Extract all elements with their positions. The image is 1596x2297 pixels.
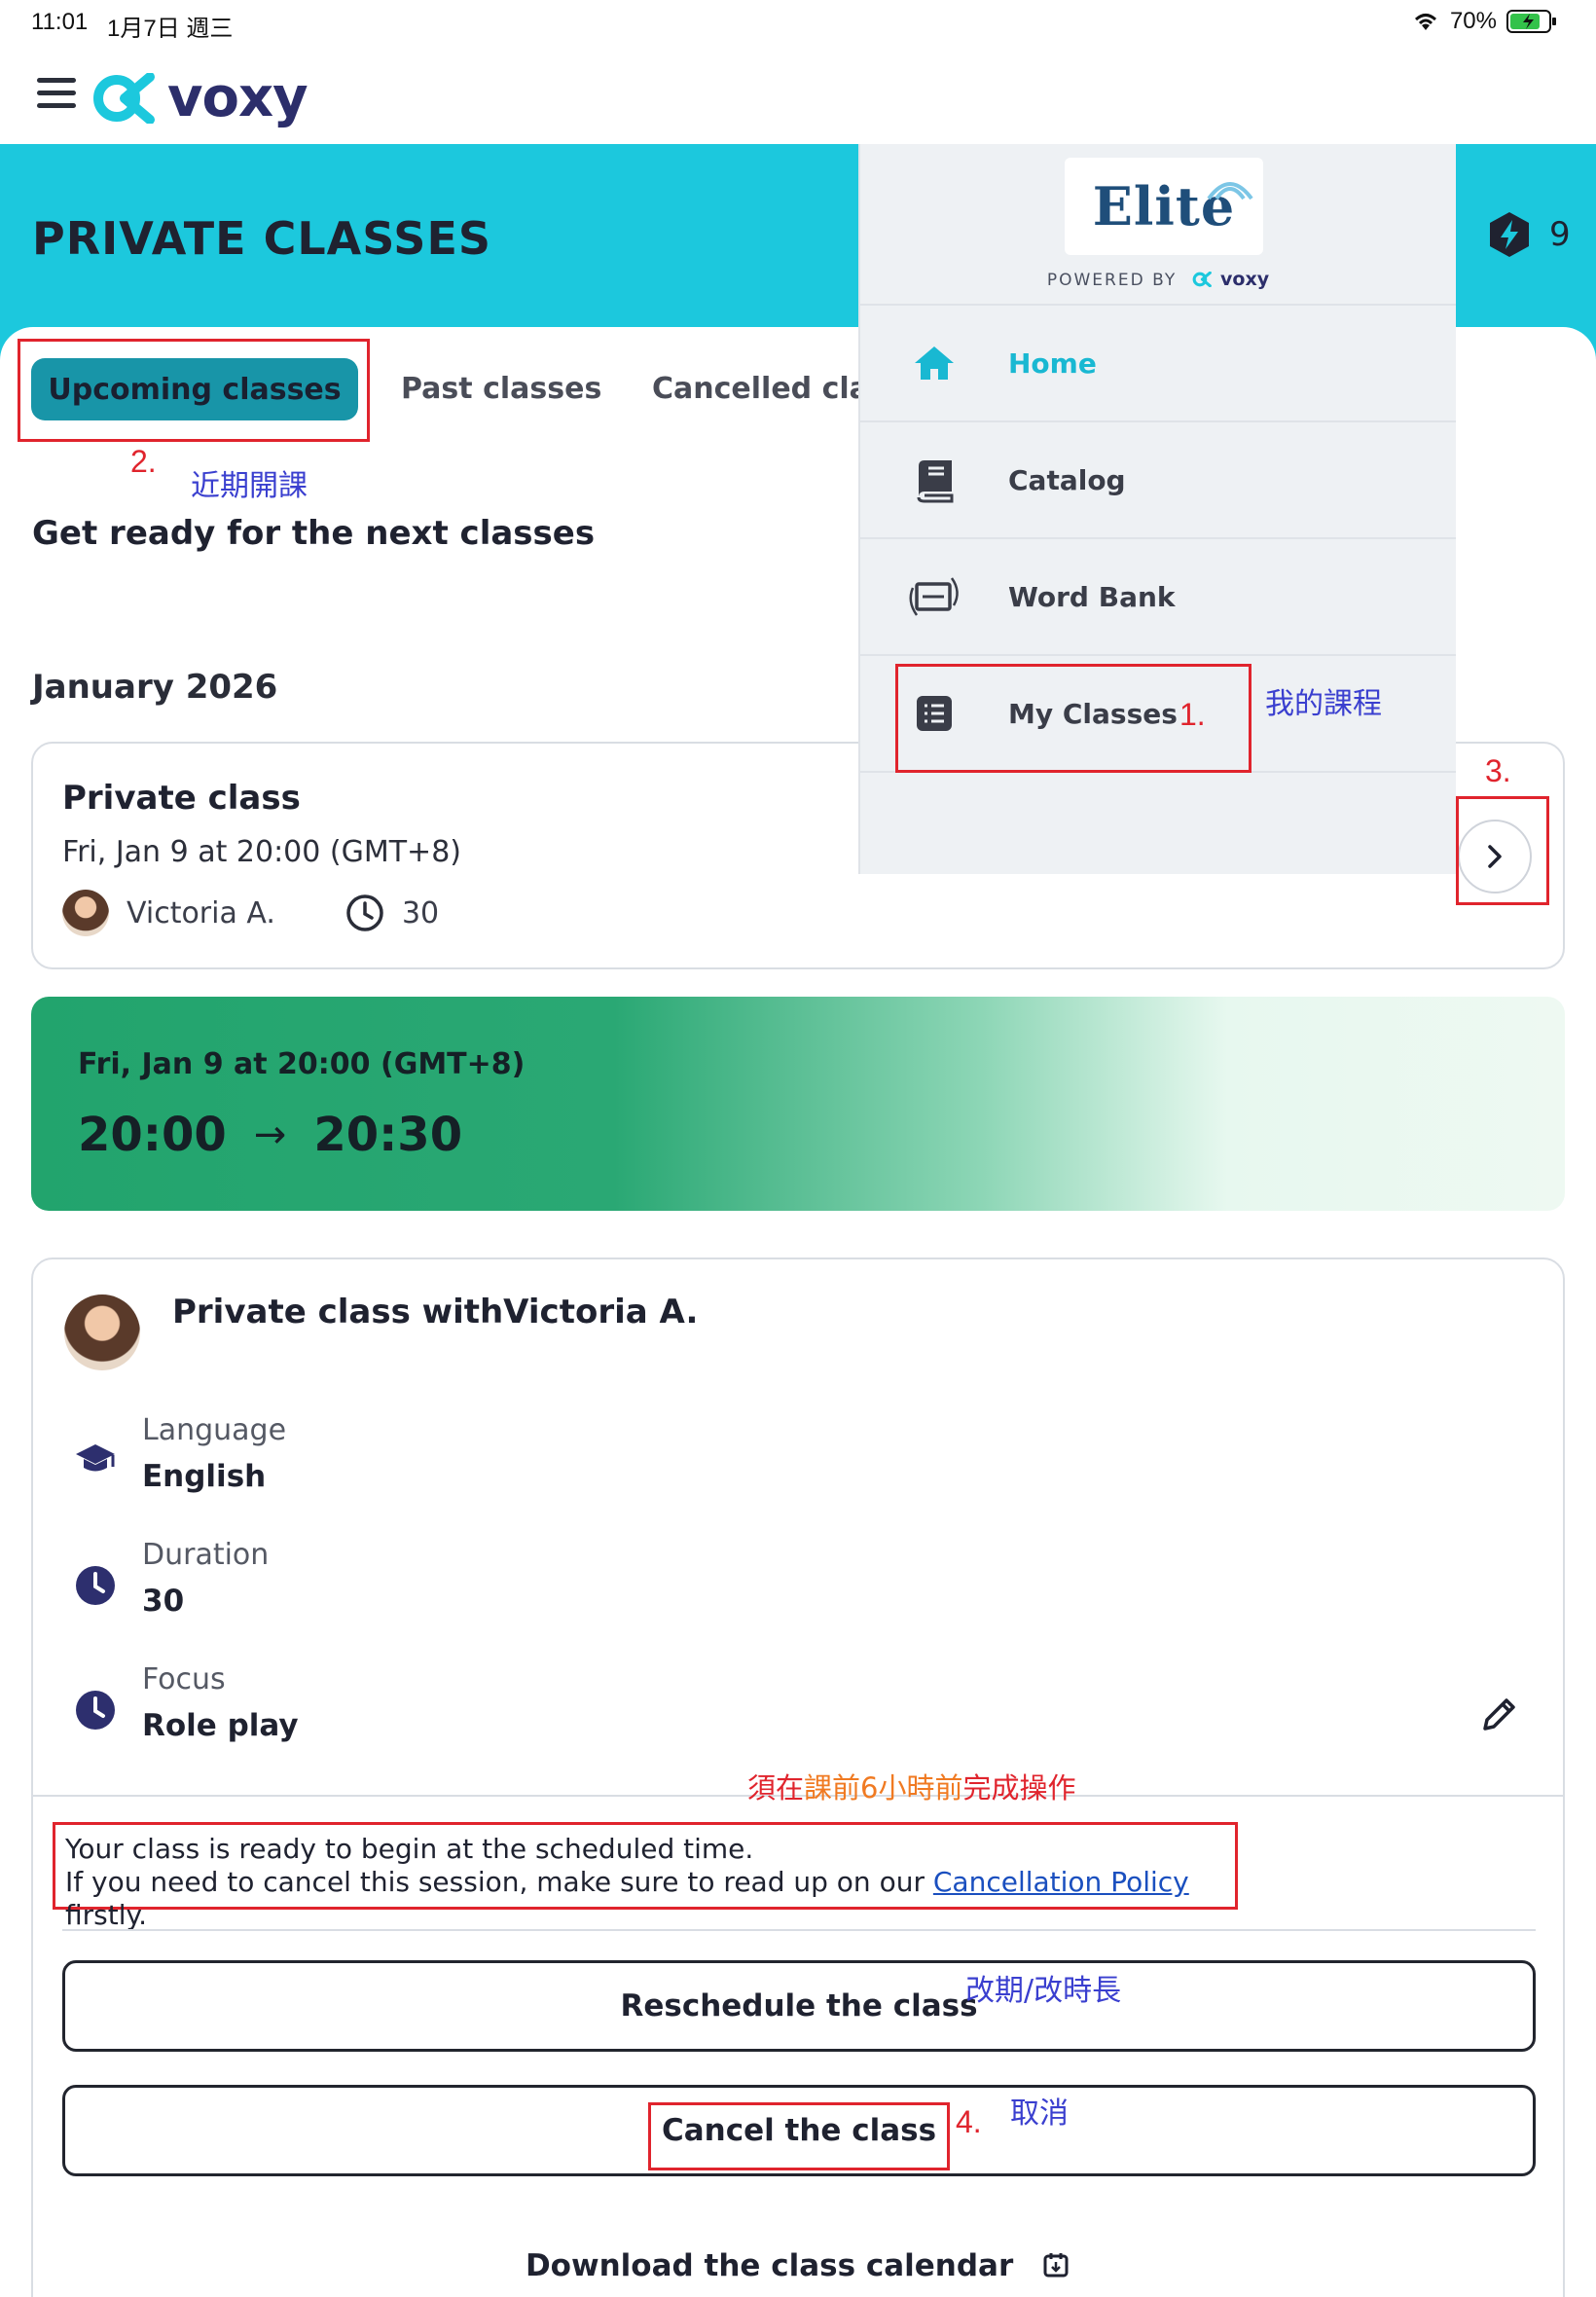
banner-date: Fri, Jan 9 at 20:00 (GMT+8) [78,1047,526,1081]
page-title: PRIVATE CLASSES [32,212,491,265]
cancellation-policy-link[interactable]: Cancellation Policy [933,1866,1189,1898]
detail-label: Duration [142,1538,270,1572]
notice-text-end: firstly. [65,1899,147,1931]
clock-icon [346,894,383,931]
detail-value: Role play [142,1708,299,1743]
status-date: 1月7日 週三 [107,16,234,42]
edit-focus-button[interactable] [1477,1694,1520,1740]
annotation-box-tab [18,339,370,442]
pencil-icon [1483,1698,1515,1731]
class-title: Private class [62,779,301,818]
status-time: 11:01 [31,9,89,35]
clock-icon [76,1691,115,1730]
battery-percent: 70% [1449,8,1497,34]
class-details-card: Private class withVictoria A. Language En… [31,1258,1565,2297]
detail-row-focus: Focus Role play [49,1662,299,1743]
detail-row-duration: Duration 30 [49,1538,269,1619]
annotation-warning-part1: 須在 [747,1771,805,1805]
notice-divider [62,1929,1536,1931]
powered-by-text: POWERED BY [1046,271,1178,290]
cards-icon [909,577,959,616]
logo-text: voxy [167,66,308,129]
details-heading: Private class withVictoria A. [172,1293,699,1331]
battery-icon [1506,10,1556,33]
voxy-mark-icon [1192,271,1212,288]
notice-line-1: Your class is ready to begin at the sche… [65,1833,754,1865]
tab-cancelled-classes[interactable]: Cancelled clas [652,372,887,406]
annotation-step-1: 1. [1179,697,1206,732]
month-heading: January 2026 [32,668,278,707]
class-time-banner: Fri, Jan 9 at 20:00 (GMT+8) 20:00 → 20:3… [31,997,1565,1211]
start-time: 20:00 [78,1108,227,1162]
download-calendar-link[interactable]: Download the class calendar [33,2248,1563,2283]
teacher-name: Victoria A. [127,895,275,930]
wifi-icon [1414,14,1436,30]
badge-count: 9 [1549,215,1571,254]
status-right: 70% [1411,8,1557,35]
annotation-box-cancel [648,2102,950,2170]
powered-by-logo: voxy [1220,269,1270,290]
graduation-cap-icon [76,1444,115,1472]
powered-by: POWERED BY voxy [860,269,1456,290]
app-header: voxy [0,45,1596,144]
notice-line-2: If you need to cancel this session, make… [65,1866,1225,1932]
drawer-item-catalog[interactable]: Catalog [860,422,1456,539]
drawer-item-label: Word Bank [1008,580,1176,613]
drawer-item-word-bank[interactable]: Word Bank [860,539,1456,656]
drawer-brand: Elite POWERED BY voxy [860,144,1456,306]
voxy-mark-icon [93,72,155,124]
annotation-cancel: 取消 [1010,2096,1069,2131]
annotation-upcoming-text: 近期開課 [191,469,308,503]
annotation-warning-part2: 課前6小時前 [804,1771,963,1805]
status-bar: 11:01 1月7日 週三 70% [0,0,1596,45]
annotation-box-chevron [1456,796,1549,905]
detail-row-language: Language English [49,1413,286,1494]
detail-label: Focus [142,1662,226,1696]
class-date: Fri, Jan 9 at 20:00 (GMT+8) [62,835,461,869]
annotation-step-4: 4. [956,2104,982,2139]
drawer-item-home[interactable]: Home [860,306,1456,422]
menu-icon[interactable] [37,78,78,111]
section-subheading: Get ready for the next classes [32,514,596,553]
annotation-step-2: 2. [130,444,157,479]
download-label: Download the class calendar [525,2248,1014,2283]
tab-past-classes[interactable]: Past classes [401,372,601,406]
class-teacher-row: Victoria A. 30 [62,890,439,936]
bolt-hexagon-icon [1490,212,1529,257]
annotation-warning: 須在課前6小時前完成操作 [747,1766,1075,1806]
notice-text: If you need to cancel this session, make… [65,1866,933,1898]
calendar-download-icon [1043,2253,1069,2278]
book-icon [917,460,954,503]
annotation-my-classes: 我的課程 [1265,687,1382,721]
energy-badge[interactable]: 9 [1487,210,1571,259]
reschedule-button[interactable]: Reschedule the class [62,1960,1536,2052]
end-time: 20:30 [313,1108,463,1162]
home-icon [915,346,954,380]
arrow-right-icon: → [253,1112,287,1157]
avatar [62,890,109,936]
voxy-logo[interactable]: voxy [91,66,308,129]
signal-arcs-icon [1207,182,1253,201]
annotation-step-3: 3. [1485,753,1511,788]
drawer-item-label: Home [1008,346,1097,380]
detail-label: Language [142,1413,287,1447]
banner-time-range: 20:00 → 20:30 [78,1108,462,1162]
detail-value: 30 [142,1584,185,1619]
clock-icon [76,1566,115,1605]
teacher-avatar [64,1294,140,1370]
drawer-item-label: Catalog [1008,463,1126,496]
annotation-warning-part3: 完成操作 [962,1771,1076,1805]
annotation-reschedule: 改期/改時長 [965,1974,1122,2008]
class-notice: Your class is ready to begin at the sche… [53,1822,1238,1931]
detail-value: English [142,1459,267,1494]
class-duration: 30 [401,895,440,930]
